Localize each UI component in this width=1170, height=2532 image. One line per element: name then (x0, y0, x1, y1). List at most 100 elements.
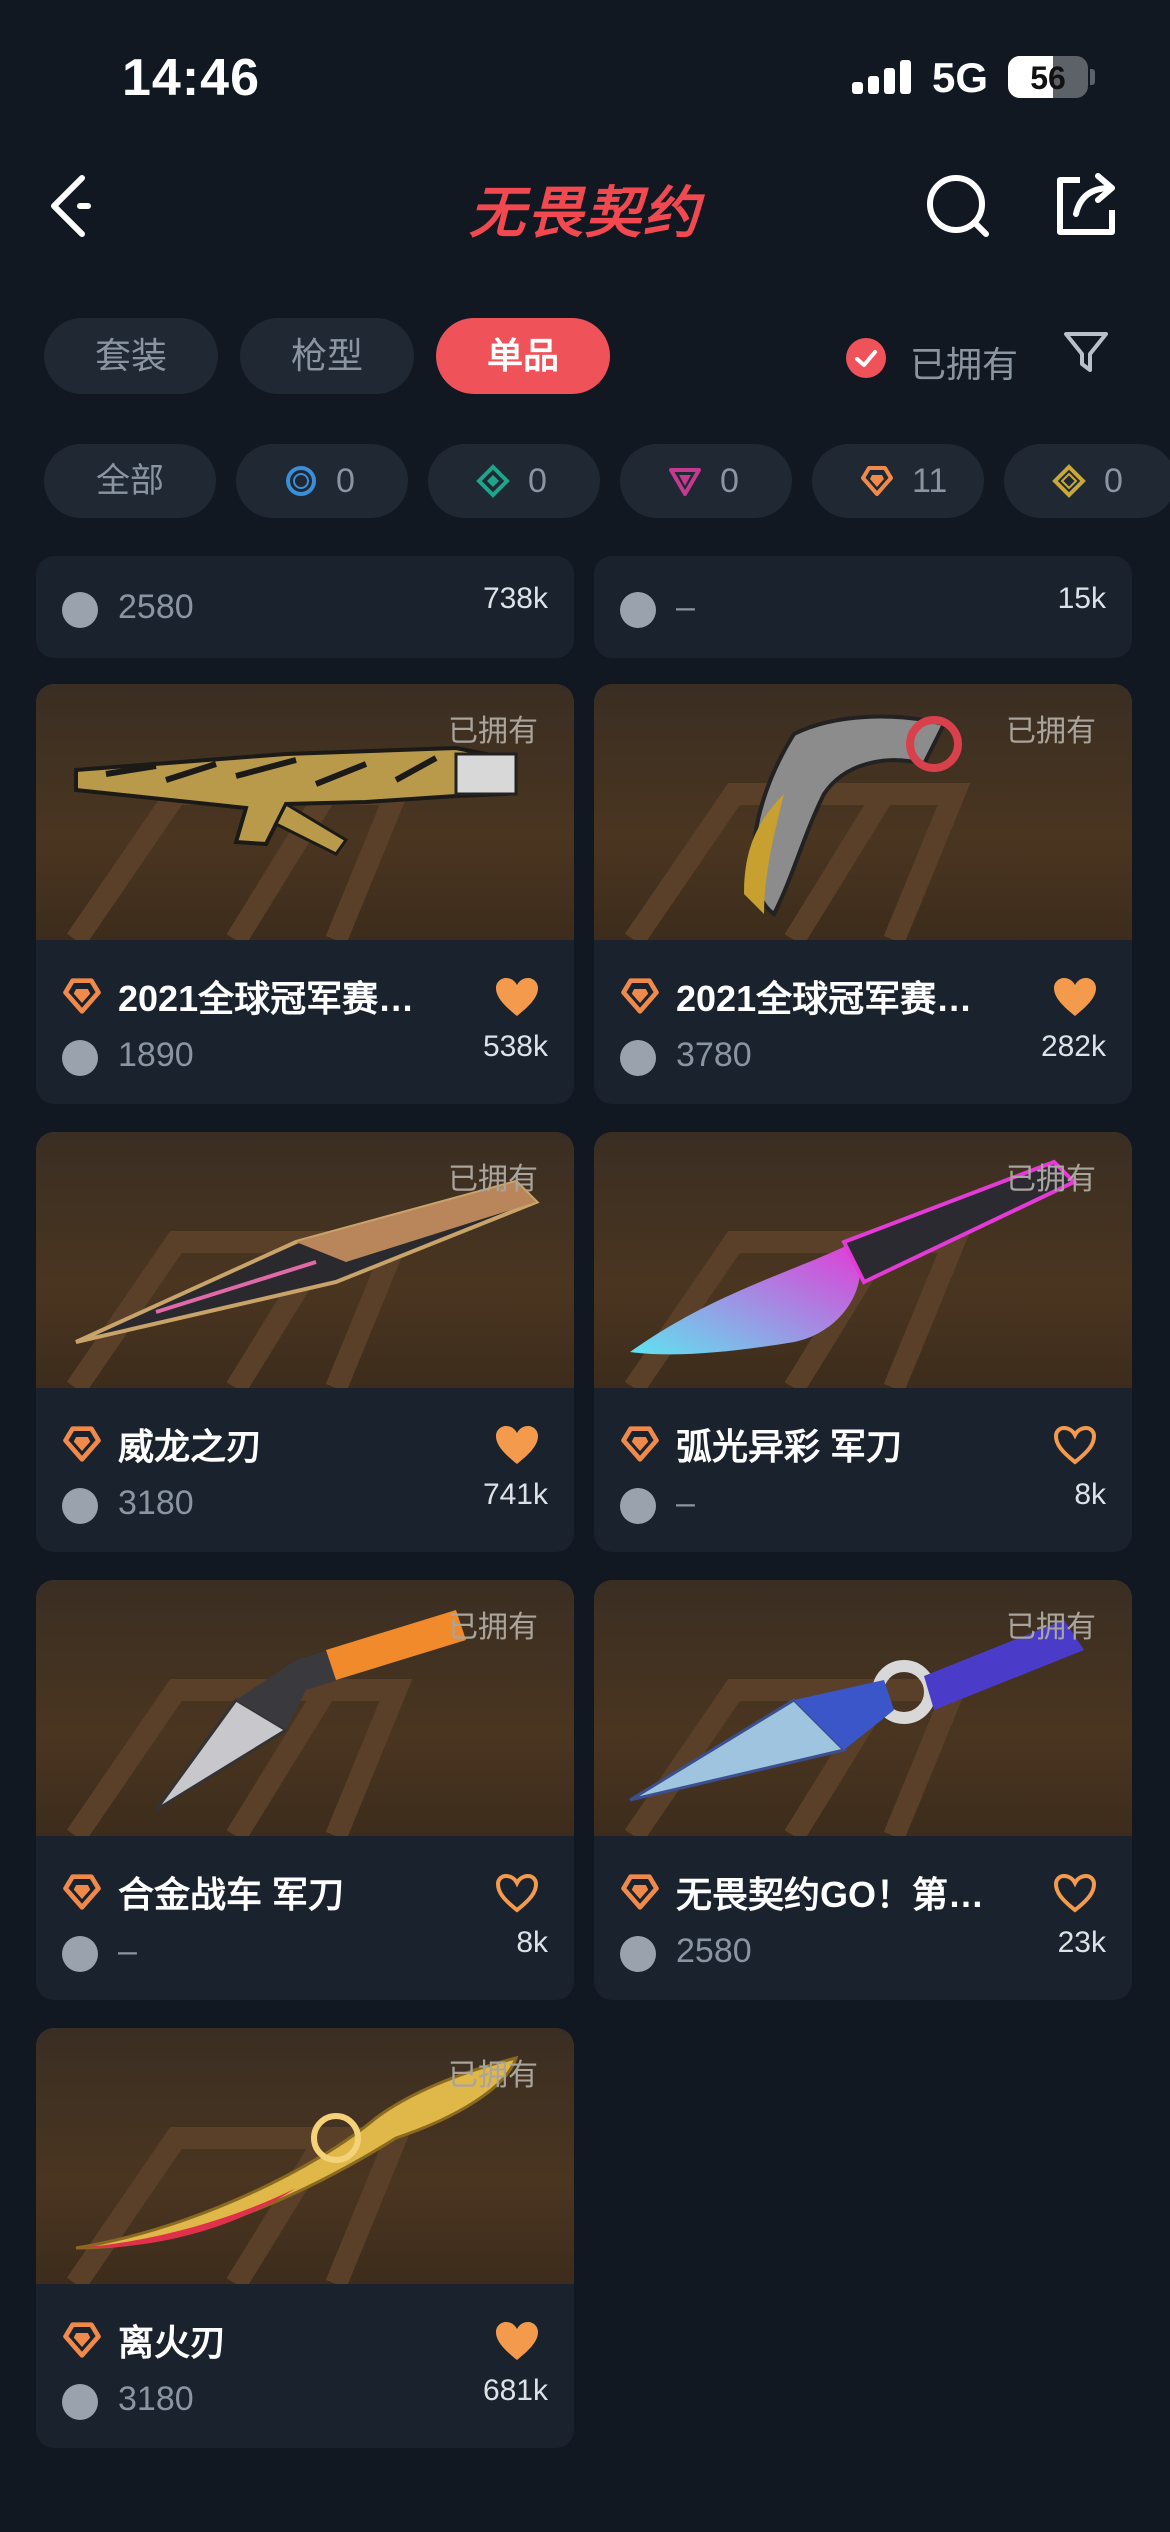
battery-tip (1090, 69, 1095, 85)
heart-outline-icon[interactable] (494, 1872, 540, 1914)
rarity-count: 0 (528, 462, 547, 500)
heart-filled-icon[interactable] (1052, 976, 1098, 1018)
valorant-points-icon (620, 592, 656, 628)
item-name: 离火刃 (118, 2322, 227, 2363)
valorant-points-icon (620, 1488, 656, 1524)
tab-single-item[interactable]: 单品 (436, 318, 610, 394)
item-likes: 538k (482, 1030, 548, 1063)
owned-tag: 已拥有 (1006, 1611, 1096, 1644)
item-image: 已拥有 (594, 1580, 1132, 1836)
rarity-chip-select[interactable]: 0 (236, 444, 408, 518)
rarity-chip-all[interactable]: 全部 (44, 444, 216, 518)
item-price: – (676, 1484, 695, 1522)
network-label: 5G (932, 54, 989, 101)
exclusive-tier-icon (63, 2322, 101, 2358)
share-button[interactable] (1046, 164, 1126, 244)
status-time: 14:46 (122, 49, 260, 107)
valorant-points-icon (62, 2384, 98, 2420)
item-card[interactable]: 2580 738k (36, 556, 574, 658)
item-card[interactable]: 已拥有 无畏契约GO！第… 2580 23k (594, 1580, 1132, 2000)
select-tier-icon (286, 466, 316, 496)
item-grid: 2580 738k – 15k 已拥有 2021全球冠军赛… 1890 538k (0, 556, 1170, 2532)
premium-tier-icon (669, 468, 701, 496)
exclusive-tier-icon (621, 1426, 659, 1462)
item-card[interactable]: – 15k (594, 556, 1132, 658)
rarity-chip-label: 全部 (96, 462, 164, 500)
item-price: 2580 (676, 1932, 752, 1970)
deluxe-tier-icon (476, 464, 510, 498)
item-card[interactable]: 已拥有 弧光异彩 军刀 – 8k (594, 1132, 1132, 1552)
item-likes: 741k (482, 1478, 548, 1511)
item-name: 弧光异彩 军刀 (676, 1426, 903, 1467)
heart-outline-icon[interactable] (1052, 1424, 1098, 1466)
item-image: 已拥有 (36, 1580, 574, 1836)
rarity-count: 0 (336, 462, 355, 500)
item-name: 2021全球冠军赛… (676, 978, 973, 1019)
item-name: 合金战车 军刀 (118, 1874, 345, 1915)
search-icon (927, 175, 989, 237)
item-image: 已拥有 (36, 684, 574, 940)
valorant-points-icon (620, 1936, 656, 1972)
exclusive-tier-icon (63, 978, 101, 1014)
item-card[interactable]: 已拥有 离火刃 3180 681k (36, 2028, 574, 2448)
owned-tag: 已拥有 (1006, 715, 1096, 748)
heart-filled-icon[interactable] (494, 976, 540, 1018)
item-image: 已拥有 (36, 2028, 574, 2284)
owned-filter-label: 已拥有 (910, 344, 1019, 385)
item-likes: 8k (516, 1926, 548, 1959)
item-price: 3780 (676, 1036, 752, 1074)
item-likes: 282k (1040, 1030, 1106, 1063)
item-likes: 8k (1074, 1478, 1106, 1511)
owned-tag: 已拥有 (448, 715, 538, 748)
app-header: 无畏契约 (0, 150, 1170, 260)
rarity-chip-deluxe[interactable]: 0 (428, 444, 600, 518)
item-card[interactable]: 已拥有 合金战车 军刀 – 8k (36, 1580, 574, 2000)
rarity-chip-premium[interactable]: 0 (620, 444, 792, 518)
rarity-filter-row: 全部 0 0 0 11 0 (44, 444, 1170, 518)
share-icon (1057, 173, 1115, 235)
valorant-points-icon (620, 1040, 656, 1076)
heart-outline-icon[interactable] (1052, 1872, 1098, 1914)
item-price: 3180 (118, 1484, 194, 1522)
ultra-tier-icon (1052, 464, 1086, 498)
battery-level: 56 (1030, 60, 1066, 96)
owned-tag: 已拥有 (448, 2059, 538, 2092)
signal-icon (852, 58, 916, 94)
heart-filled-icon[interactable] (494, 2320, 540, 2362)
search-button[interactable] (918, 164, 998, 244)
item-image: 已拥有 (594, 684, 1132, 940)
tab-bundle[interactable]: 套装 (44, 318, 218, 394)
item-price: – (676, 588, 695, 626)
item-likes: 15k (1057, 582, 1106, 615)
status-bar: 14:46 5G 56 (0, 0, 1170, 150)
item-price: – (118, 1932, 137, 1970)
item-card[interactable]: 已拥有 威龙之刃 3180 741k (36, 1132, 574, 1552)
tab-weapon-type[interactable]: 枪型 (240, 318, 414, 394)
valorant-points-icon (62, 1488, 98, 1524)
owned-tag: 已拥有 (1006, 1163, 1096, 1196)
item-name: 威龙之刃 (118, 1426, 263, 1467)
item-likes: 681k (482, 2374, 548, 2407)
valorant-points-icon (62, 592, 98, 628)
item-image: 已拥有 (594, 1132, 1132, 1388)
filter-button[interactable] (1060, 324, 1112, 380)
rarity-chip-ultra[interactable]: 0 (1004, 444, 1170, 518)
item-name: 无畏契约GO！第… (676, 1874, 985, 1915)
exclusive-tier-icon (621, 978, 659, 1014)
heart-filled-icon[interactable] (494, 1424, 540, 1466)
item-name: 2021全球冠军赛… (118, 978, 415, 1019)
item-card[interactable]: 已拥有 2021全球冠军赛… 1890 538k (36, 684, 574, 1104)
checkmark-icon (846, 338, 886, 378)
battery-icon: 56 (1008, 56, 1088, 98)
owned-tag: 已拥有 (448, 1611, 538, 1644)
item-card[interactable]: 已拥有 2021全球冠军赛… 3780 282k (594, 684, 1132, 1104)
item-price: 1890 (118, 1036, 194, 1074)
rarity-count: 0 (720, 462, 739, 500)
rarity-chip-exclusive[interactable]: 11 (812, 444, 984, 518)
exclusive-tier-icon (63, 1426, 101, 1462)
item-image: 已拥有 (36, 1132, 574, 1388)
exclusive-tier-icon (621, 1874, 659, 1910)
rarity-count: 0 (1104, 462, 1123, 500)
item-likes: 738k (482, 582, 548, 615)
exclusive-tier-icon (63, 1874, 101, 1910)
